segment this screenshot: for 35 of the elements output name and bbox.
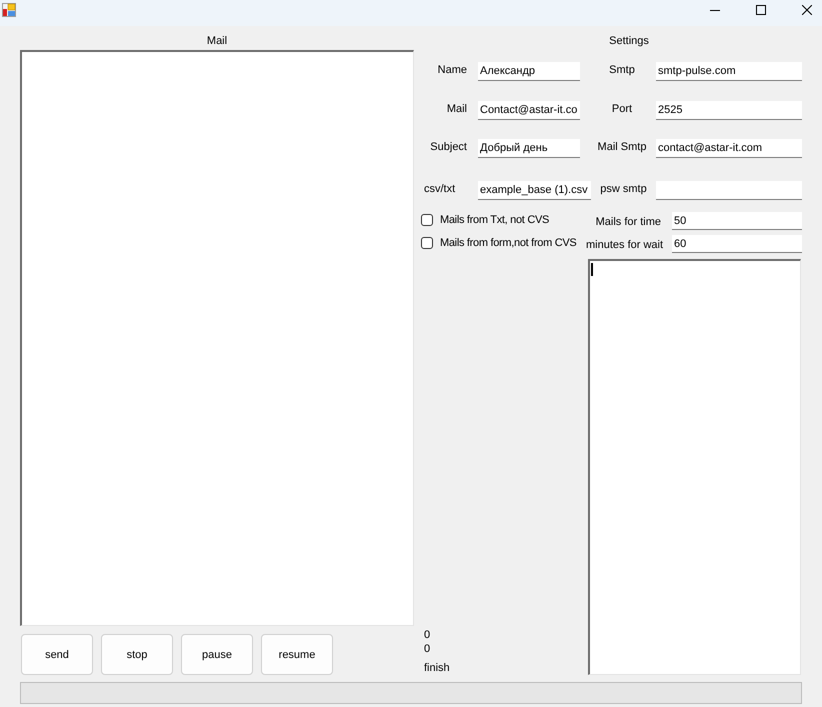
resume-button[interactable]: resume	[261, 634, 333, 675]
text-field[interactable]	[656, 181, 802, 200]
field-label: minutes for wait	[586, 238, 664, 250]
checkbox[interactable]	[421, 214, 433, 226]
stop-button[interactable]: stop	[101, 634, 173, 675]
maximize-icon	[756, 5, 766, 15]
text-field[interactable]: Добрый день	[478, 139, 580, 158]
close-icon	[802, 5, 812, 15]
checkbox-label[interactable]: Mails from Txt, not CVS	[440, 212, 550, 226]
field-label: Mails for time	[596, 216, 661, 228]
panel-heading: Settings	[609, 35, 649, 47]
checkbox[interactable]	[421, 236, 433, 248]
text-field[interactable]: contact@astar-it.com	[656, 139, 802, 158]
text-field[interactable]: example_base (1).csv	[478, 181, 591, 200]
field-label: Port	[612, 103, 632, 115]
counter-text: 0	[424, 628, 430, 642]
field-label: Smtp	[609, 64, 635, 76]
field-label: Mail Smtp	[598, 141, 646, 153]
field-label: Name	[438, 64, 467, 76]
send-button[interactable]: send	[21, 634, 93, 675]
counter-text: 0	[424, 642, 430, 656]
checkbox-label[interactable]: Mails from form,not from CVS	[440, 236, 576, 250]
text-field[interactable]: Contact@astar-it.co	[478, 101, 580, 120]
text-field[interactable]: 60	[672, 235, 802, 253]
field-label: Subject	[430, 141, 467, 153]
panel-heading: Mail	[206, 35, 228, 47]
status-text: finish	[424, 661, 450, 675]
field-label: Mail	[446, 103, 467, 115]
text-field[interactable]: 2525	[656, 101, 802, 120]
field-label: psw smtp	[600, 183, 647, 195]
text-field[interactable]: Александр	[478, 62, 580, 81]
text-field[interactable]: smtp-pulse.com	[656, 62, 802, 81]
pause-button[interactable]: pause	[181, 634, 253, 675]
field-label: csv/txt	[424, 183, 456, 195]
text-field[interactable]: 50	[672, 212, 802, 230]
